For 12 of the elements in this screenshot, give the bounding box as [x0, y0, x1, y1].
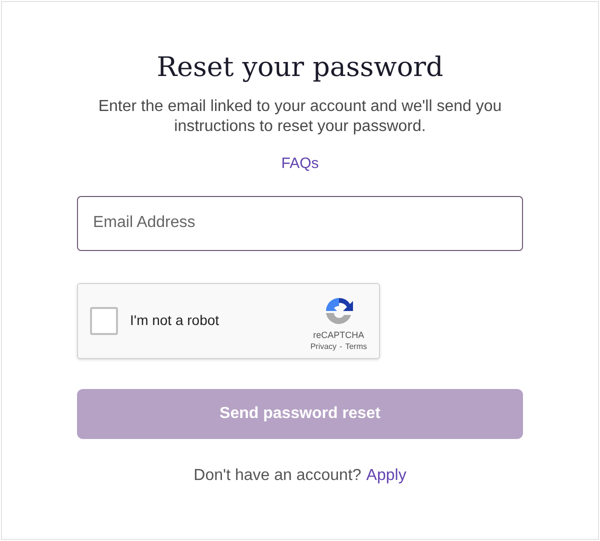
- robot-checkbox[interactable]: [90, 306, 118, 334]
- apply-link[interactable]: Apply: [366, 464, 406, 488]
- description-text: Enter the email linked to your account and we'll send you instructions to reset your password.: [97, 97, 503, 137]
- recaptcha-brand-text: reCAPTCHA: [313, 328, 364, 340]
- privacy-link[interactable]: Privacy: [310, 340, 337, 352]
- page-title: Reset your password: [156, 51, 444, 85]
- no-account-text: Don't have an account?: [194, 466, 362, 486]
- email-field[interactable]: Email Address: [77, 196, 523, 250]
- faq-link[interactable]: FAQs: [281, 153, 319, 176]
- checkbox-label: I'm not a robot: [130, 311, 220, 330]
- terms-link[interactable]: Terms: [345, 340, 367, 352]
- link-separator: -: [340, 340, 342, 352]
